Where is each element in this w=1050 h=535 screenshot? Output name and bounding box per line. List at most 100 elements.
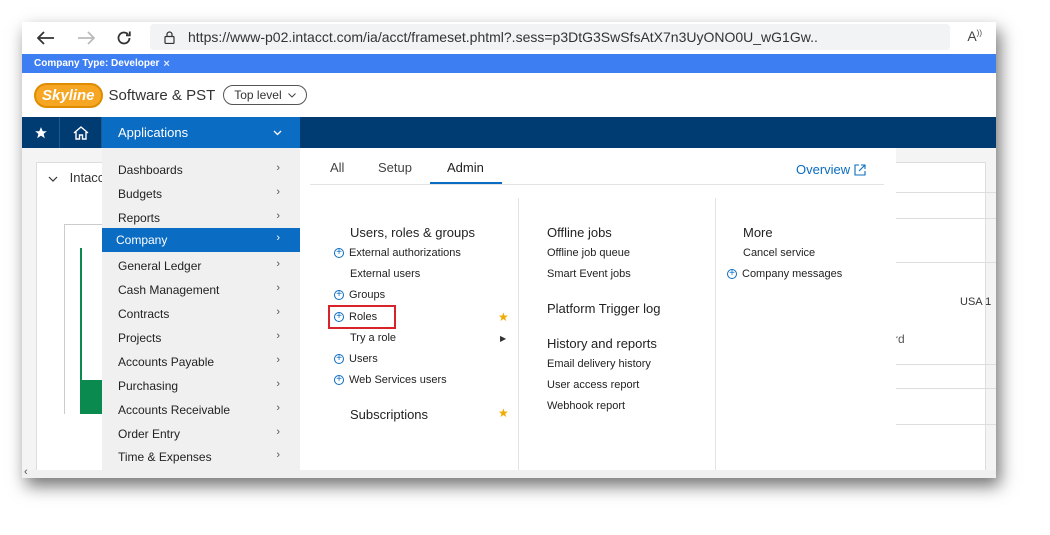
subscriptions-title[interactable]: Subscriptions xyxy=(350,407,428,422)
external-authorizations-link[interactable]: + External authorizations xyxy=(334,247,461,259)
menu-item-order-entry[interactable]: Order Entry › xyxy=(102,422,300,446)
company-type-strip: Company Type: Developer × xyxy=(22,54,996,73)
menu-item-label: Purchasing xyxy=(118,379,179,393)
horizontal-scrollbar[interactable]: ‹ xyxy=(22,466,996,478)
column-divider xyxy=(715,198,716,470)
chevron-right-icon: › xyxy=(276,306,280,318)
menu-item-projects[interactable]: Projects › xyxy=(102,326,300,350)
menu-item-label: Reports xyxy=(118,211,161,225)
chevron-right-icon: › xyxy=(276,378,280,390)
menu-item-contracts[interactable]: Contracts › xyxy=(102,302,300,326)
menu-item-dashboards[interactable]: Dashboards › xyxy=(102,158,300,182)
menu-item-label: Time & Expenses xyxy=(118,450,212,464)
tab-all[interactable]: All xyxy=(330,160,344,184)
menu-item-cash-management[interactable]: Cash Management › xyxy=(102,278,300,302)
add-circle-icon: + xyxy=(334,354,344,364)
tabs-divider xyxy=(310,184,884,185)
menu-item-label: Contracts xyxy=(118,307,170,321)
bg-usa-text: USA 1 xyxy=(960,296,992,308)
submenu-arrow-icon: ▶ xyxy=(500,334,507,343)
scroll-left-arrow-icon[interactable]: ‹ xyxy=(24,466,28,478)
column-divider xyxy=(518,198,519,470)
lock-icon xyxy=(162,30,176,44)
bg-divider xyxy=(896,424,996,425)
refresh-icon[interactable] xyxy=(108,22,140,54)
tab-setup[interactable]: Setup xyxy=(378,160,412,184)
menu-item-time-expenses[interactable]: Time & Expenses › xyxy=(102,445,300,469)
offline-job-queue-link[interactable]: Offline job queue xyxy=(547,247,630,259)
menu-item-reports[interactable]: Reports › xyxy=(102,206,300,230)
groups-link[interactable]: + Groups xyxy=(334,289,385,301)
read-aloud-icon[interactable]: A)) xyxy=(967,28,982,44)
app-header: Skyline Software & PST Top level xyxy=(22,73,996,117)
external-users-link[interactable]: External users xyxy=(350,268,420,280)
users-roles-groups-title: Users, roles & groups xyxy=(350,225,475,240)
company-submenu-panel: All Setup Admin Overview Users, roles & … xyxy=(300,148,896,470)
chevron-right-icon: › xyxy=(276,282,280,294)
bg-divider xyxy=(896,262,996,263)
external-link-icon xyxy=(854,163,866,176)
menu-item-label: Order Entry xyxy=(118,427,181,441)
menu-item-label: Company xyxy=(116,233,168,247)
bg-divider xyxy=(896,192,996,193)
menu-item-budgets[interactable]: Budgets › xyxy=(102,182,300,206)
home-icon[interactable] xyxy=(60,117,102,148)
smart-event-jobs-link[interactable]: Smart Event jobs xyxy=(547,268,631,280)
email-delivery-history-link[interactable]: Email delivery history xyxy=(547,358,651,370)
users-link[interactable]: + Users xyxy=(334,353,378,365)
menu-item-general-ledger[interactable]: General Ledger › xyxy=(102,254,300,278)
screenshot-frame: https://www-p02.intacct.com/ia/acct/fram… xyxy=(22,22,996,478)
chevron-right-icon: › xyxy=(276,354,280,366)
bg-divider xyxy=(896,218,996,219)
add-circle-icon: + xyxy=(334,290,344,300)
favorites-star-icon[interactable] xyxy=(22,117,60,148)
forward-arrow-icon[interactable] xyxy=(70,22,102,54)
platform-trigger-log-title[interactable]: Platform Trigger log xyxy=(547,301,660,316)
user-access-report-link[interactable]: User access report xyxy=(547,379,639,391)
menu-item-company[interactable]: Company › xyxy=(102,228,300,252)
tab-admin[interactable]: Admin xyxy=(447,160,484,184)
menu-item-accounts-receivable[interactable]: Accounts Receivable › xyxy=(102,398,300,422)
close-icon[interactable]: × xyxy=(163,58,169,70)
chevron-down-icon xyxy=(48,170,58,185)
chevron-right-icon: › xyxy=(276,330,280,342)
menu-item-label: Budgets xyxy=(118,187,163,201)
chevron-right-icon: › xyxy=(276,210,280,222)
web-services-users-link[interactable]: + Web Services users xyxy=(334,374,447,386)
add-circle-icon: + xyxy=(334,248,344,258)
address-bar[interactable]: https://www-p02.intacct.com/ia/acct/fram… xyxy=(150,24,950,50)
top-level-label: Top level xyxy=(234,88,282,102)
applications-menu: Dashboards › Budgets › Reports › Company › Gener… xyxy=(102,148,300,470)
applications-menu-button[interactable]: Applications xyxy=(102,117,300,148)
try-a-role-link[interactable]: Try a role xyxy=(350,332,396,344)
menu-item-label: Accounts Receivable xyxy=(118,403,231,417)
chevron-right-icon: › xyxy=(276,258,280,270)
overview-link[interactable]: Overview xyxy=(796,162,866,177)
favorite-star-icon[interactable]: ★ xyxy=(498,406,509,420)
chevron-down-icon xyxy=(287,92,296,98)
chevron-down-icon xyxy=(273,130,282,136)
webhook-report-link[interactable]: Webhook report xyxy=(547,400,625,412)
menu-item-label: Projects xyxy=(118,331,162,345)
back-arrow-icon[interactable] xyxy=(30,22,62,54)
chevron-right-icon: › xyxy=(276,232,280,244)
url-text: https://www-p02.intacct.com/ia/acct/fram… xyxy=(188,29,818,45)
chevron-right-icon: › xyxy=(276,162,280,174)
favorite-star-icon[interactable]: ★ xyxy=(498,310,509,324)
add-circle-icon: + xyxy=(334,375,344,385)
cancel-service-link[interactable]: Cancel service xyxy=(743,247,815,259)
roles-link[interactable]: + Roles xyxy=(334,311,377,323)
company-name: Software & PST xyxy=(108,86,216,104)
company-messages-link[interactable]: + Company messages xyxy=(727,268,842,280)
menu-item-accounts-payable[interactable]: Accounts Payable › xyxy=(102,350,300,374)
background-collapse[interactable]: Intacct xyxy=(48,170,108,185)
main-navbar: Applications xyxy=(22,117,996,148)
bg-green-block xyxy=(80,380,102,414)
company-type-label: Company Type: Developer xyxy=(34,58,160,69)
menu-item-label: Dashboards xyxy=(118,163,183,177)
top-level-dropdown[interactable]: Top level xyxy=(223,85,307,105)
offline-jobs-title: Offline jobs xyxy=(547,225,612,240)
chevron-right-icon: › xyxy=(276,186,280,198)
menu-item-purchasing[interactable]: Purchasing › xyxy=(102,374,300,398)
active-tab-indicator xyxy=(430,182,502,184)
